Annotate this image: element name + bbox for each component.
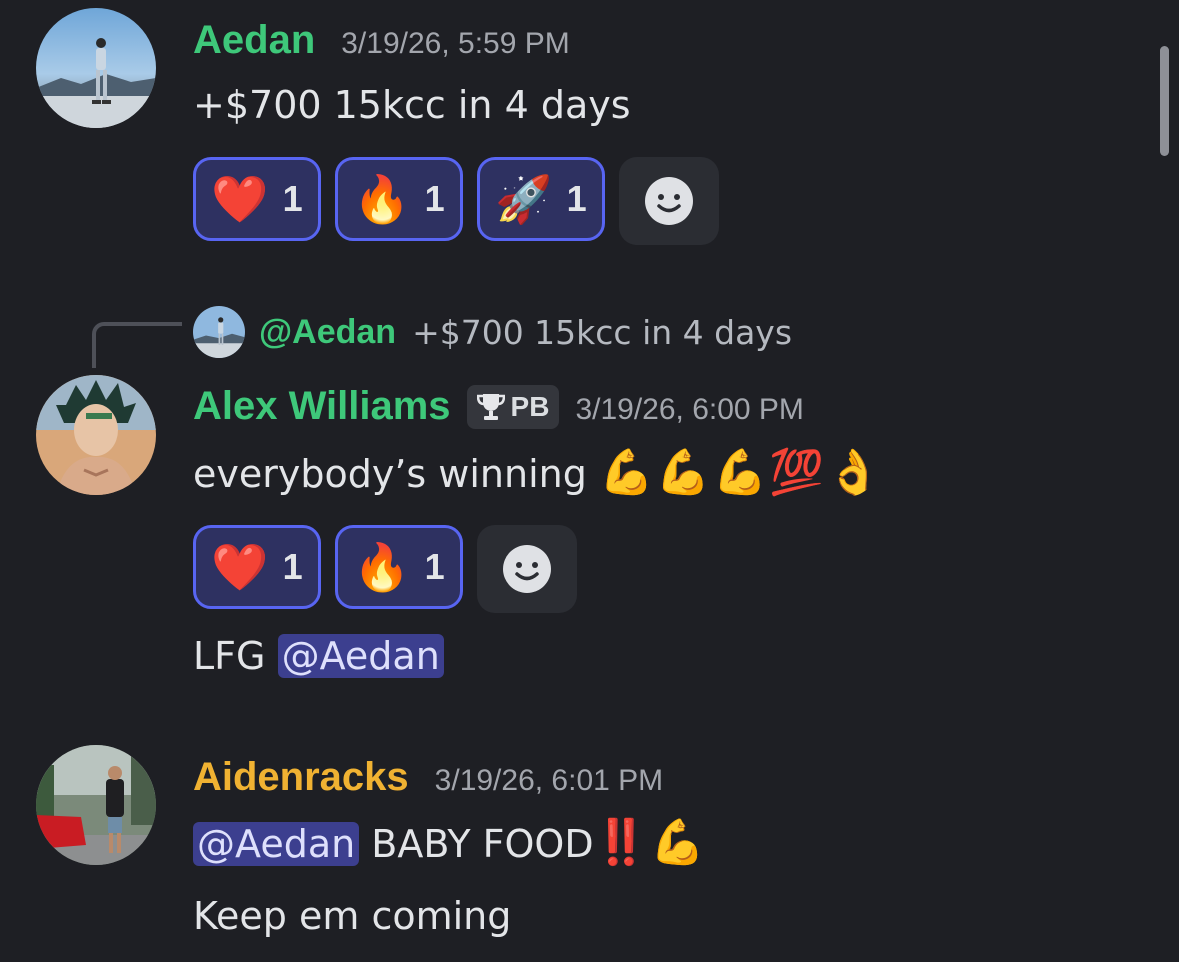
message-followup: Keep em coming (193, 894, 512, 938)
reply-mention[interactable]: @Aedan (259, 313, 396, 352)
reaction-count: 1 (282, 178, 303, 219)
timestamp: 3/19/26, 6:00 PM (575, 393, 804, 426)
reaction-count: 1 (566, 178, 587, 219)
followup-text: LFG (193, 634, 266, 678)
reply-avatar (193, 306, 245, 358)
message-header: Aidenracks 3/19/26, 6:01 PM (193, 755, 663, 800)
double-exclamation-biceps-emojis: ‼️💪 (593, 817, 708, 868)
reaction-count: 1 (424, 178, 445, 219)
message-header: Alex Williams PB 3/19/26, 6:00 PM (193, 384, 804, 429)
message-body: BABY FOOD (371, 822, 594, 866)
smiley-add-reaction-icon (503, 545, 551, 593)
reaction-fire[interactable]: 🔥 1 (335, 157, 463, 241)
username[interactable]: Alex Williams (193, 384, 451, 429)
reaction-count: 1 (282, 546, 303, 587)
reaction-heart[interactable]: ❤️ 1 (193, 157, 321, 241)
message-text: @Aedan BABY FOOD‼️💪 (193, 820, 707, 867)
reaction-count: 1 (424, 546, 445, 587)
timestamp: 3/19/26, 5:59 PM (341, 27, 570, 60)
role-badge[interactable]: PB (466, 384, 560, 429)
user-mention[interactable]: @Aedan (193, 822, 360, 866)
message-body: everybody’s winning (193, 452, 587, 496)
avatar-aidenracks[interactable] (36, 745, 156, 865)
username[interactable]: Aedan (193, 18, 315, 63)
user-mention[interactable]: @Aedan (277, 634, 444, 678)
add-reaction-button[interactable] (619, 157, 719, 245)
reply-preview[interactable]: @Aedan +$700 15kcc in 4 days (193, 306, 792, 358)
heart-icon: ❤️ (211, 172, 269, 226)
fire-icon: 🔥 (353, 172, 411, 226)
reply-text: +$700 15kcc in 4 days (412, 312, 793, 352)
fire-icon: 🔥 (353, 540, 411, 594)
badge-label: PB (510, 390, 550, 422)
username[interactable]: Aidenracks (193, 755, 409, 800)
flexed-biceps-hundred-ok-emojis: 💪💪💪💯👌 (598, 447, 883, 498)
chat-log: Aedan 3/19/26, 5:59 PM +$700 15kcc in 4 … (0, 0, 1179, 962)
reaction-bar: ❤️ 1 🔥 1 🚀 1 (193, 157, 719, 245)
scrollbar-thumb[interactable] (1160, 46, 1169, 156)
message-text: +$700 15kcc in 4 days (193, 83, 631, 127)
avatar-alex-williams[interactable] (36, 375, 156, 495)
smiley-add-reaction-icon (645, 177, 693, 225)
heart-icon: ❤️ (211, 540, 269, 594)
message-header: Aedan 3/19/26, 5:59 PM (193, 18, 570, 63)
trophy-icon (476, 393, 505, 420)
add-reaction-button[interactable] (477, 525, 577, 613)
reaction-fire[interactable]: 🔥 1 (335, 525, 463, 609)
reaction-heart[interactable]: ❤️ 1 (193, 525, 321, 609)
reply-connector-line (92, 322, 182, 368)
reaction-bar: ❤️ 1 🔥 1 (193, 525, 577, 613)
timestamp: 3/19/26, 6:01 PM (434, 764, 664, 797)
avatar-aedan[interactable] (36, 8, 156, 128)
rocket-icon: 🚀 (495, 172, 553, 226)
reaction-rocket[interactable]: 🚀 1 (477, 157, 605, 241)
message-text: everybody’s winning 💪💪💪💯👌 (193, 450, 883, 497)
message-followup: LFG @Aedan (193, 633, 444, 679)
